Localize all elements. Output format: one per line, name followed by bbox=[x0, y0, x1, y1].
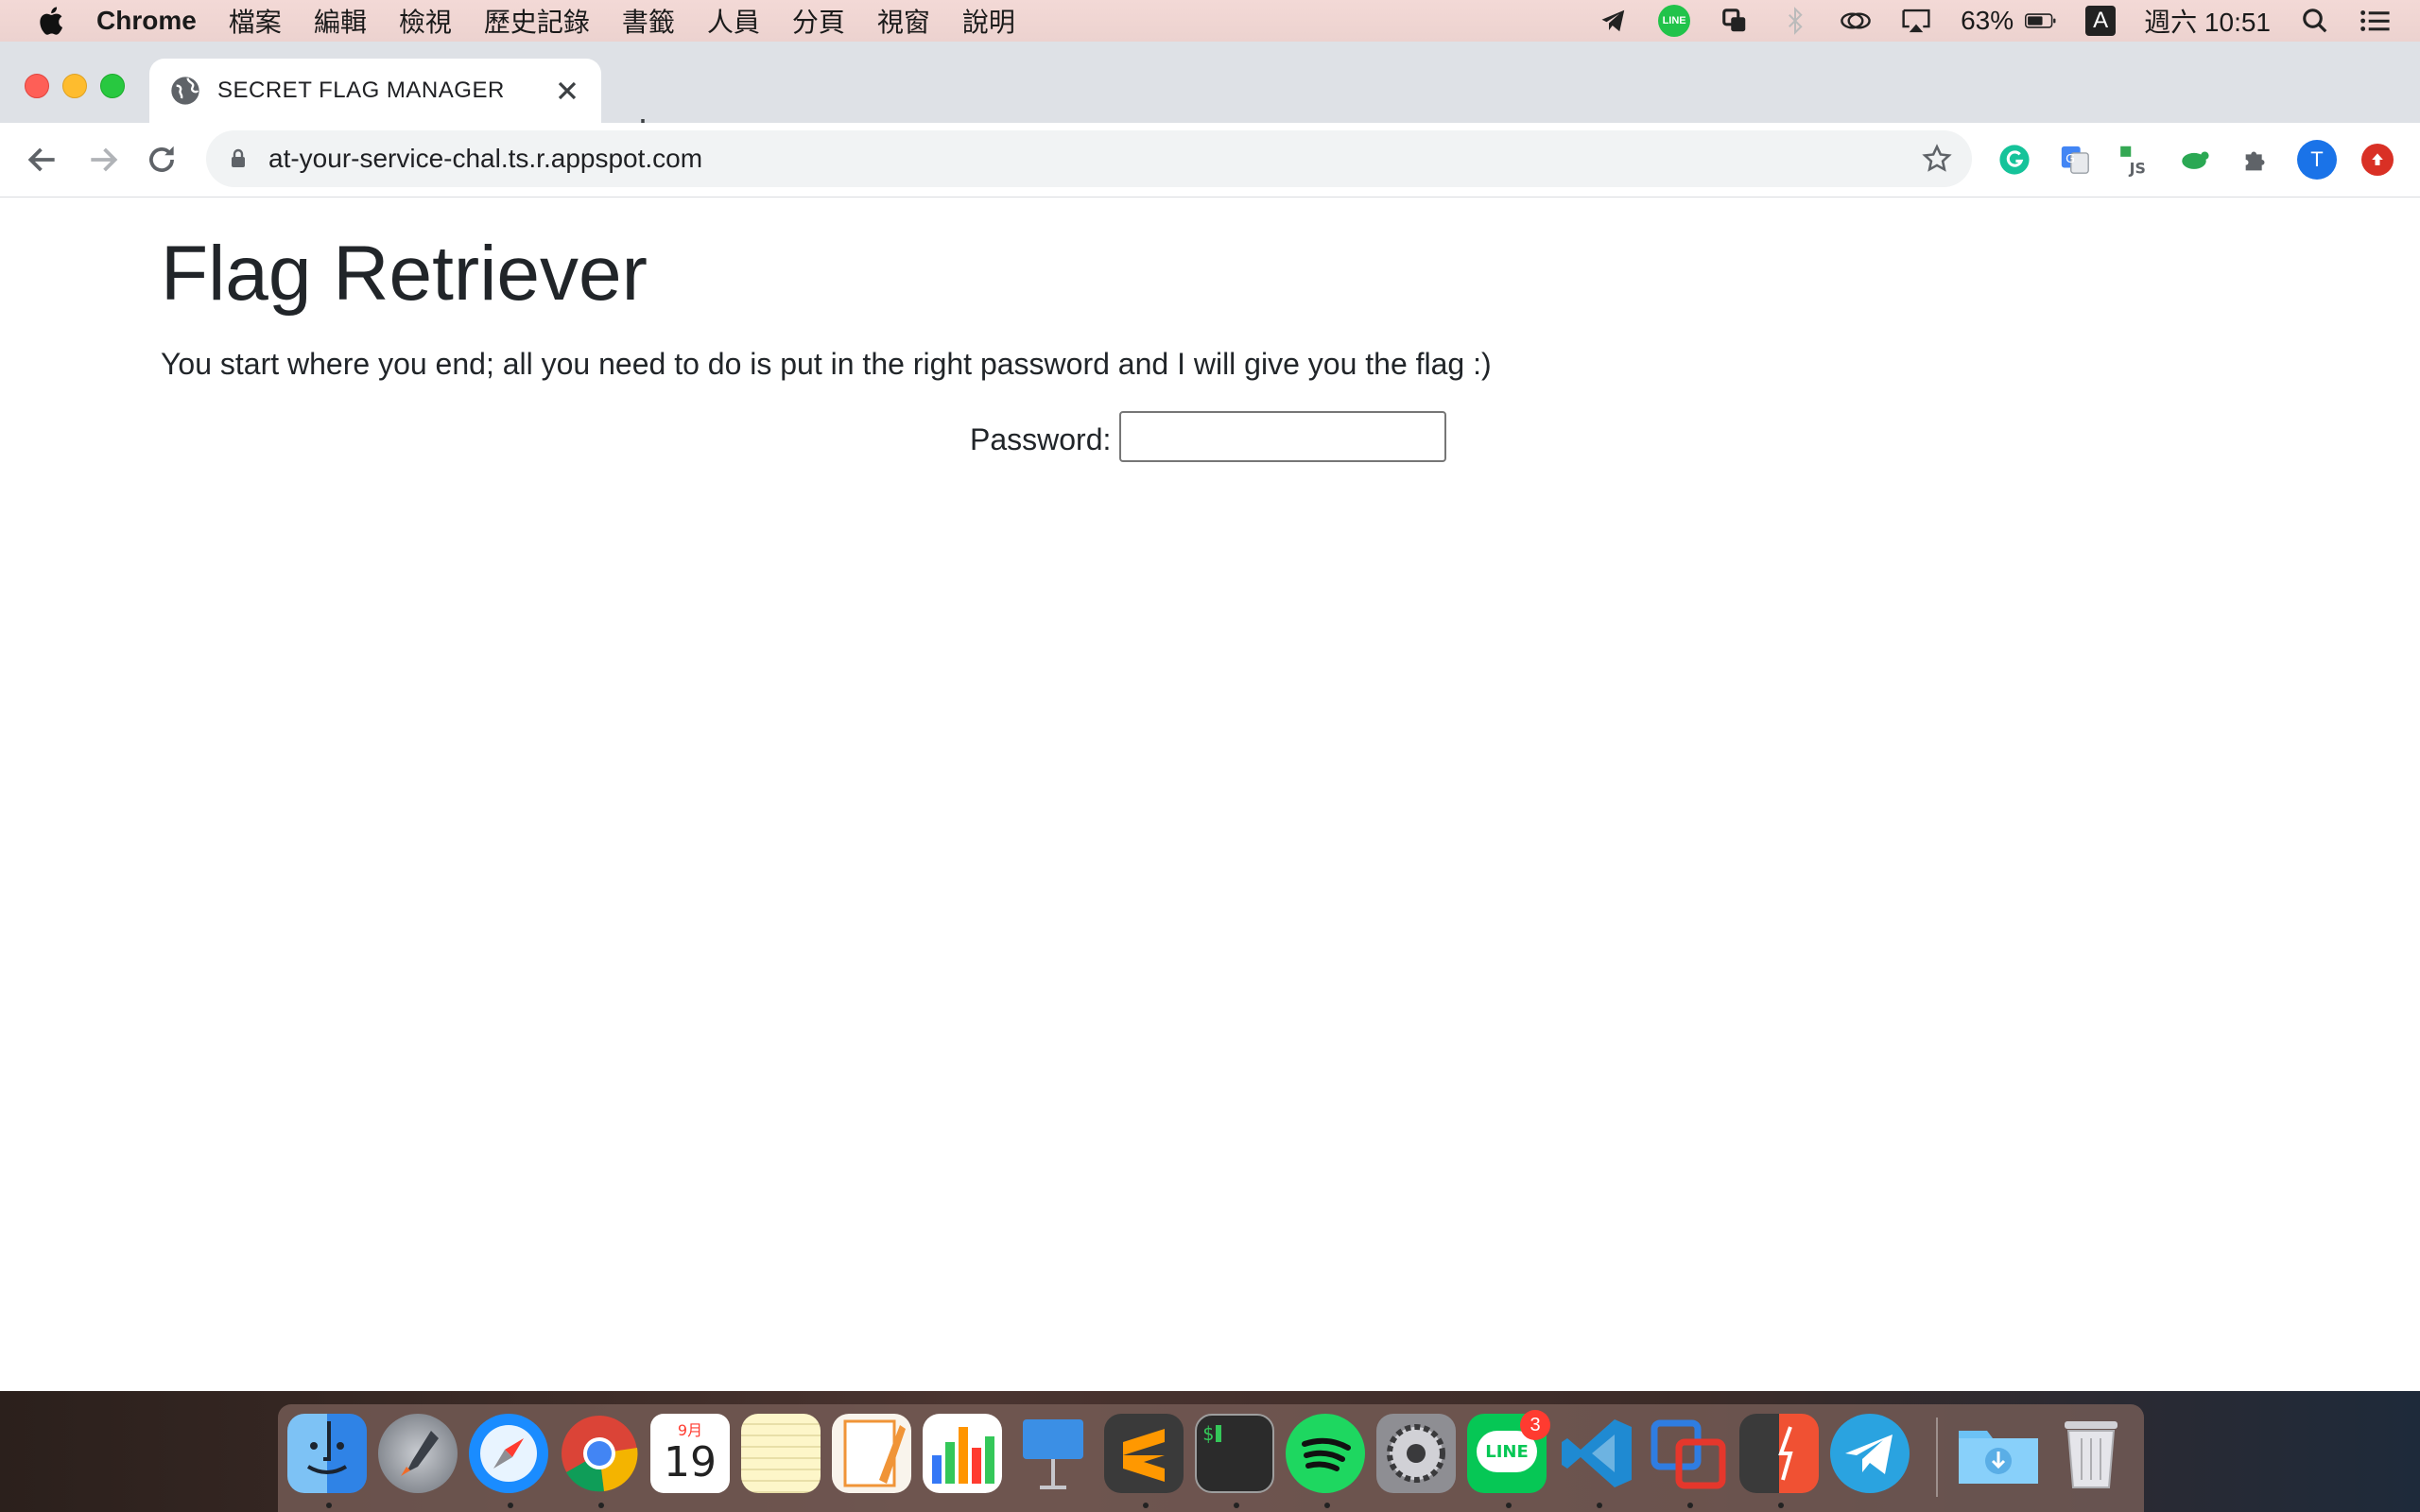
vscode-running-indicator bbox=[1597, 1503, 1602, 1508]
finder-running-indicator bbox=[326, 1503, 332, 1508]
tab-strip: SECRET FLAG MANAGER bbox=[0, 42, 2420, 142]
menu-bookmarks[interactable]: 書籤 bbox=[622, 2, 675, 40]
pages-icon[interactable] bbox=[832, 1414, 911, 1493]
menu-view[interactable]: 檢視 bbox=[399, 2, 452, 40]
vm-running-indicator bbox=[1687, 1503, 1693, 1508]
turtle-extension-icon[interactable] bbox=[2176, 142, 2212, 178]
window-close-button[interactable] bbox=[25, 74, 49, 98]
finder-icon[interactable] bbox=[287, 1414, 367, 1493]
back-arrow-icon[interactable] bbox=[25, 142, 60, 178]
terminal-running-indicator bbox=[1234, 1503, 1239, 1508]
spotify-running-indicator bbox=[1324, 1503, 1330, 1508]
calendar-month: 9月 bbox=[677, 1421, 703, 1439]
url-text[interactable]: at-your-service-chal.ts.r.appspot.com bbox=[268, 144, 1921, 174]
input-source-indicator[interactable]: A bbox=[2085, 6, 2117, 36]
spotlight-search-icon[interactable] bbox=[2299, 5, 2331, 37]
browser-toolbar: at-your-service-chal.ts.r.appspot.com G … bbox=[0, 123, 2420, 198]
launchpad-icon[interactable] bbox=[378, 1414, 458, 1493]
menu-edit[interactable]: 編輯 bbox=[314, 2, 367, 40]
menu-file[interactable]: 檔案 bbox=[229, 2, 282, 40]
virtual-machine-icon[interactable] bbox=[1649, 1414, 1728, 1493]
sublime-text-icon[interactable] bbox=[1104, 1414, 1184, 1493]
password-label: Password: bbox=[970, 422, 1112, 456]
menu-help[interactable]: 說明 bbox=[962, 2, 1015, 40]
extensions-puzzle-icon[interactable] bbox=[2238, 142, 2274, 178]
keynote-icon[interactable] bbox=[1013, 1414, 1093, 1493]
spotify-icon[interactable] bbox=[1286, 1414, 1365, 1493]
telegram-icon[interactable] bbox=[1830, 1414, 1910, 1493]
dock-separator bbox=[1936, 1418, 1938, 1497]
chrome-running-indicator bbox=[598, 1503, 604, 1508]
system-preferences-icon[interactable] bbox=[1376, 1414, 1456, 1493]
menu-people[interactable]: 人員 bbox=[707, 2, 760, 40]
svg-text:JS: JS bbox=[2129, 159, 2146, 177]
git-running-indicator bbox=[1778, 1503, 1784, 1508]
calendar-icon[interactable]: 9月 19 bbox=[650, 1414, 730, 1493]
line-status-label: LINE bbox=[1658, 5, 1691, 37]
line-running-indicator bbox=[1506, 1503, 1512, 1508]
menu-bar: Chrome 檔案 編輯 檢視 歷史記錄 書籤 人員 分頁 視窗 說明 LINE… bbox=[0, 0, 2420, 42]
menu-tab[interactable]: 分頁 bbox=[792, 2, 845, 40]
reload-icon[interactable] bbox=[144, 142, 180, 178]
notes-icon[interactable] bbox=[741, 1414, 821, 1493]
svg-text:$: $ bbox=[1202, 1422, 1214, 1445]
downloads-folder-icon[interactable] bbox=[1955, 1414, 2042, 1493]
forward-arrow-icon[interactable] bbox=[85, 142, 121, 178]
update-extension-icon[interactable] bbox=[2361, 144, 2394, 176]
grammarly-extension-icon[interactable] bbox=[1996, 142, 2032, 178]
google-translate-extension-icon[interactable]: G bbox=[2057, 142, 2093, 178]
terminal-icon[interactable]: $ bbox=[1195, 1414, 1274, 1493]
git-client-icon[interactable] bbox=[1739, 1414, 1819, 1493]
menu-window[interactable]: 視窗 bbox=[877, 2, 930, 40]
telegram-status-icon[interactable] bbox=[1598, 5, 1630, 37]
trash-icon[interactable] bbox=[2051, 1414, 2131, 1493]
page-title: Flag Retriever bbox=[161, 231, 648, 317]
globe-icon bbox=[171, 77, 199, 105]
lock-icon[interactable] bbox=[227, 147, 250, 170]
profile-avatar[interactable]: T bbox=[2297, 140, 2337, 180]
numbers-icon[interactable] bbox=[923, 1414, 1002, 1493]
line-notification-badge: 3 bbox=[1520, 1410, 1550, 1440]
bookmark-star-icon[interactable] bbox=[1921, 143, 1953, 175]
dock: 9月 19 $ LINE 3 bbox=[278, 1404, 2144, 1512]
battery-percent: 63% bbox=[1961, 6, 2014, 35]
window-minimize-button[interactable] bbox=[62, 74, 87, 98]
browser-window: SECRET FLAG MANAGER at-your-service-chal… bbox=[0, 42, 2420, 1391]
line-status-icon[interactable]: LINE bbox=[1658, 5, 1691, 37]
vpn-status-icon[interactable] bbox=[1840, 5, 1872, 37]
safari-icon[interactable] bbox=[469, 1414, 548, 1493]
page-content: Flag Retriever You start where you end; … bbox=[0, 198, 2420, 1391]
battery-icon[interactable] bbox=[2025, 5, 2057, 37]
svg-text:G: G bbox=[2066, 152, 2075, 166]
menu-history[interactable]: 歷史記錄 bbox=[484, 2, 590, 40]
tab-title: SECRET FLAG MANAGER bbox=[217, 77, 505, 103]
bluetooth-icon[interactable] bbox=[1779, 5, 1811, 37]
line-app-icon[interactable]: LINE 3 bbox=[1467, 1410, 1550, 1493]
menu-app-name[interactable]: Chrome bbox=[96, 6, 197, 36]
js-switch-extension-icon[interactable]: JS bbox=[2118, 142, 2153, 178]
calendar-day: 19 bbox=[664, 1438, 717, 1486]
tab-close-icon[interactable] bbox=[552, 76, 582, 106]
safari-running-indicator bbox=[508, 1503, 513, 1508]
copy-status-icon[interactable] bbox=[1719, 5, 1751, 37]
password-input[interactable] bbox=[1119, 411, 1446, 462]
menubar-clock[interactable]: 週六 10:51 bbox=[2144, 2, 2271, 40]
address-bar[interactable]: at-your-service-chal.ts.r.appspot.com bbox=[206, 130, 1972, 187]
page-lead-text: You start where you end; all you need to… bbox=[161, 347, 1492, 381]
chrome-icon[interactable] bbox=[560, 1414, 639, 1493]
sublime-running-indicator bbox=[1143, 1503, 1149, 1508]
airplay-icon[interactable] bbox=[1900, 5, 1932, 37]
vscode-icon[interactable] bbox=[1558, 1414, 1637, 1493]
window-zoom-button[interactable] bbox=[100, 74, 125, 98]
tab-active[interactable]: SECRET FLAG MANAGER bbox=[149, 59, 601, 123]
apple-menu-icon[interactable] bbox=[36, 5, 64, 37]
notification-center-icon[interactable] bbox=[2360, 5, 2392, 37]
